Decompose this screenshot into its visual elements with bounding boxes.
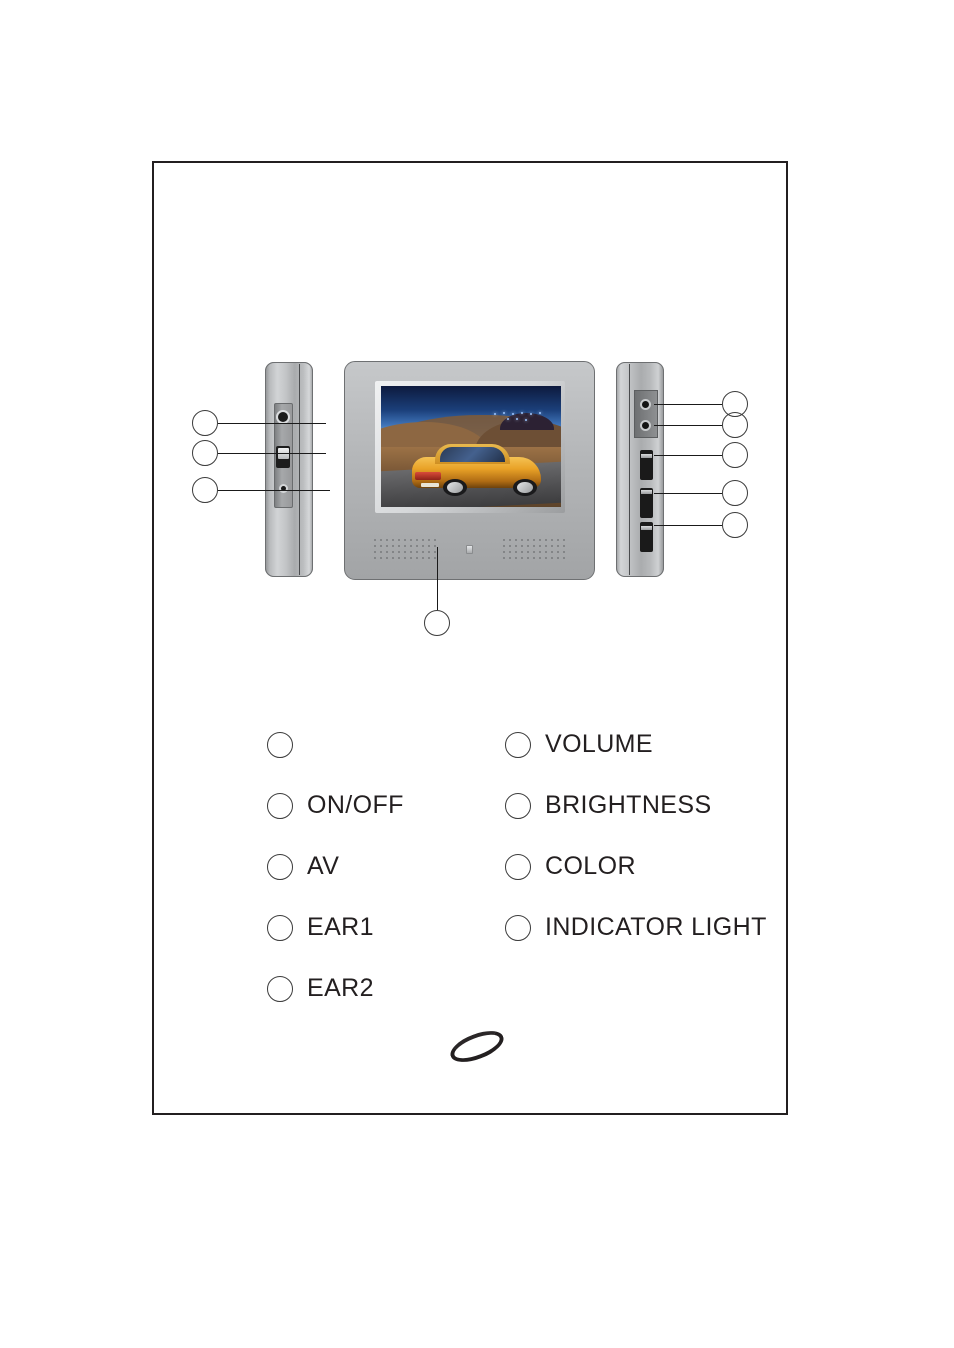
av-input-jack-icon [278,484,288,493]
callout-right-2 [722,412,748,438]
legend-item: EAR2 [267,958,497,1019]
legend-item: EAR1 [267,897,497,958]
legend-label: AV [307,852,340,880]
legend-label: COLOR [545,852,636,880]
brightness-slider-knob [641,490,652,494]
callout-right-3 [722,442,748,468]
dc-power-jack-icon [276,410,290,424]
leader-line-left-2 [218,453,326,454]
car-license-plate [420,482,439,488]
ear1-jack-icon [640,399,651,410]
brand-logo-icon [446,1024,508,1069]
callout-left-1 [192,410,218,436]
leader-line-left-1 [218,423,326,424]
leader-line-right-2 [654,425,722,426]
device-left-side-view [265,362,313,577]
car-rear-wheel [442,478,468,497]
indicator-light-icon [466,545,473,554]
page-border-frame: ON/OFF AV EAR1 EAR2 VOLUME BRIGHTNESS CO… [152,161,788,1115]
leader-line-right-1 [654,404,722,405]
leader-line-right-3 [654,455,722,456]
legend-bullet-icon [505,731,531,758]
leader-line-bottom [437,547,438,610]
car-window [440,446,505,463]
car-front-wheel [512,478,538,497]
leader-line-right-5 [654,525,722,526]
leader-line-left-3 [218,490,330,491]
volume-slider-knob [641,454,652,458]
legend-bullet-icon [267,975,293,1002]
legend-right-column: VOLUME BRIGHTNESS COLOR INDICATOR LIGHT [505,714,767,958]
lcd-screen [381,386,561,507]
legend-item: VOLUME [505,714,767,775]
legend-left-column: ON/OFF AV EAR1 EAR2 [267,714,497,1019]
legend-item: COLOR [505,836,767,897]
legend-item [267,714,497,775]
legend-bullet-icon [505,792,531,819]
legend-bullet-icon [267,792,293,819]
legend-item: AV [267,836,497,897]
device-front-view [344,361,595,580]
legend-bullet-icon [267,731,293,758]
legend-bullet-icon [267,914,293,941]
callout-left-3 [192,477,218,503]
right-view-seam-line [629,364,630,575]
left-view-seam-line [299,364,300,575]
legend-bullet-icon [267,853,293,880]
legend-bullet-icon [505,853,531,880]
color-slider-knob [641,526,652,530]
screen-car [411,439,542,497]
legend-label: VOLUME [545,730,653,758]
legend-bullet-icon [505,914,531,941]
legend-label: BRIGHTNESS [545,791,712,819]
legend-label: ON/OFF [307,791,404,819]
screen-distant-lights [493,409,543,424]
legend-item: ON/OFF [267,775,497,836]
callout-right-4 [722,480,748,506]
logo-ellipse [446,1024,508,1069]
speaker-grille-right [501,537,567,563]
leader-line-right-4 [654,493,722,494]
device-right-side-view [616,362,664,577]
callout-left-2 [192,440,218,466]
legend-item: INDICATOR LIGHT [505,897,767,958]
car-taillight [415,472,442,480]
speaker-grille-left [372,537,438,563]
callout-bottom-indicator [424,610,450,636]
legend-label: EAR2 [307,974,374,1002]
ear2-jack-icon [640,420,651,431]
legend-label: INDICATOR LIGHT [545,913,767,941]
legend-label: EAR1 [307,913,374,941]
callout-right-5 [722,512,748,538]
legend-item: BRIGHTNESS [505,775,767,836]
